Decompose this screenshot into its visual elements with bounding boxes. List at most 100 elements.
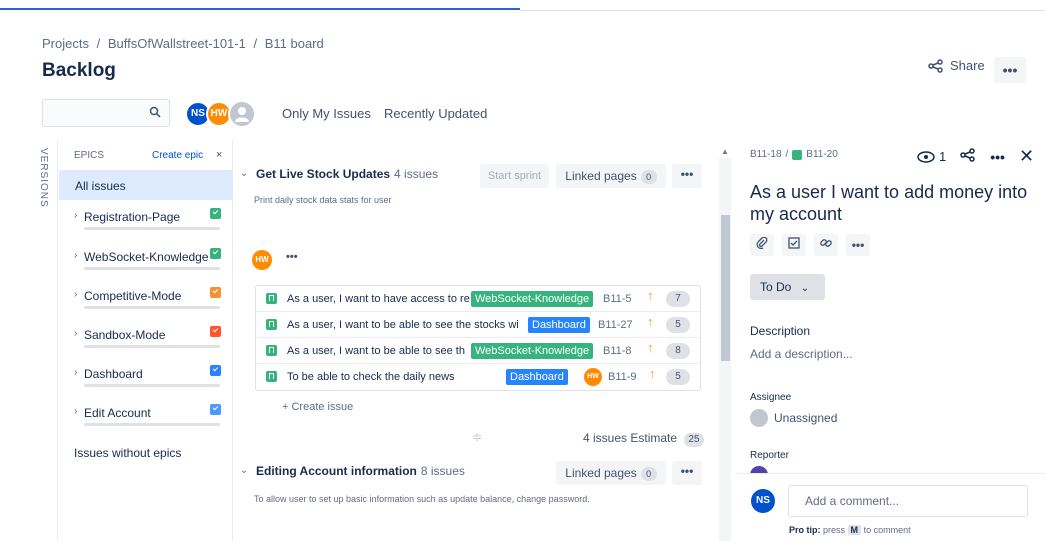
issue-assignee-avatar[interactable]: HW xyxy=(584,368,602,386)
story-icon xyxy=(266,345,277,356)
assignee-label: Assignee xyxy=(750,392,792,403)
chevron-right-icon[interactable]: › xyxy=(74,210,77,221)
issue-list: As a user, I want to have access to re W… xyxy=(255,285,701,391)
epic-dropdown-icon[interactable] xyxy=(210,287,221,298)
epic-dropdown-icon[interactable] xyxy=(210,365,221,376)
epics-panel: EPICS Create epic × All issues › Registr… xyxy=(57,140,233,541)
assignee-avatar[interactable]: HW xyxy=(252,250,272,270)
sprint-name: Editing Account information 8 issues xyxy=(256,464,465,478)
epic-progress-bar xyxy=(84,306,220,309)
comment-avatar: NS xyxy=(751,489,775,513)
more-actions-button[interactable]: ••• xyxy=(994,57,1026,83)
drag-handle-icon[interactable]: ≑ xyxy=(472,430,482,444)
assignee-more-button[interactable]: ••• xyxy=(286,251,298,263)
epic-item-edit-account[interactable]: › Edit Account xyxy=(74,404,224,436)
issue-row[interactable]: As a user, I want to be able to see th W… xyxy=(256,338,700,364)
priority-high-icon: ↑ xyxy=(649,366,656,381)
status-dropdown[interactable]: To Do ⌄ xyxy=(750,274,825,300)
epic-item-dashboard[interactable]: › Dashboard xyxy=(74,365,224,397)
issues-without-epics-item[interactable]: Issues without epics xyxy=(74,446,181,460)
epic-item-websocket-knowledge[interactable]: › WebSocket-Knowledge xyxy=(74,248,224,280)
search-icon xyxy=(149,106,161,121)
top-link-decoration xyxy=(0,0,520,10)
issue-key[interactable]: B11-20 xyxy=(806,149,838,160)
issue-row[interactable]: As a user, I want to have access to re W… xyxy=(256,286,700,312)
description-label: Description xyxy=(750,324,811,338)
recently-updated-filter[interactable]: Recently Updated xyxy=(384,106,487,121)
pro-tip-rest: to comment xyxy=(863,525,911,535)
breadcrumb-project[interactable]: BuffsOfWallstreet-101-1 xyxy=(108,36,246,51)
breadcrumb-projects[interactable]: Projects xyxy=(42,36,89,51)
epic-dropdown-icon[interactable] xyxy=(210,404,221,415)
attachment-icon[interactable] xyxy=(750,234,774,256)
search-input[interactable] xyxy=(42,99,170,127)
issue-summary: To be able to check the daily news xyxy=(287,371,455,383)
chevron-down-icon: ⌄ xyxy=(800,283,810,294)
issue-key[interactable]: B11-9 xyxy=(608,371,637,383)
estimate-badge: 5 xyxy=(666,369,690,385)
description-field[interactable]: Add a description... xyxy=(750,347,853,361)
breadcrumb-board[interactable]: B11 board xyxy=(265,36,324,51)
sprint-more-button[interactable]: ••• xyxy=(672,461,702,485)
scrollbar-thumb[interactable] xyxy=(721,215,730,361)
issue-row[interactable]: To be able to check the daily news Dashb… xyxy=(256,364,700,390)
avatar-unassigned[interactable] xyxy=(228,100,256,128)
epic-name: Registration-Page xyxy=(84,210,181,224)
linked-pages-count: 0 xyxy=(640,170,657,184)
epic-dropdown-icon[interactable] xyxy=(210,248,221,259)
share-icon[interactable] xyxy=(960,148,976,165)
issue-summary: As a user, I want to be able to see the … xyxy=(287,319,519,331)
more-icon[interactable]: ••• xyxy=(990,149,1005,165)
chevron-right-icon[interactable]: › xyxy=(74,328,77,339)
top-strip xyxy=(0,0,1045,12)
create-issue-button[interactable]: + Create issue xyxy=(282,401,353,413)
linked-pages-button[interactable]: Linked pages 0 xyxy=(556,461,666,485)
issue-key[interactable]: B11-8 xyxy=(603,345,632,357)
epic-name: WebSocket-Knowledge xyxy=(84,250,209,264)
only-my-issues-filter[interactable]: Only My Issues xyxy=(282,106,371,121)
watch-button[interactable]: 1 xyxy=(917,149,946,164)
breadcrumb-separator: / xyxy=(96,36,101,51)
issue-key[interactable]: B11-5 xyxy=(603,293,632,305)
share-button[interactable]: Share xyxy=(928,58,985,73)
versions-tab-label: VERSIONS xyxy=(38,148,49,208)
epic-item-competitive-mode[interactable]: › Competitive-Mode xyxy=(74,287,224,319)
all-issues-item[interactable]: All issues xyxy=(59,170,233,200)
chevron-down-icon[interactable]: ⌄ xyxy=(240,465,248,476)
chevron-right-icon[interactable]: › xyxy=(74,250,77,261)
start-sprint-button[interactable]: Start sprint xyxy=(480,164,549,188)
epic-item-registration-page[interactable]: › Registration-Page xyxy=(74,208,224,240)
link-icon[interactable] xyxy=(814,234,838,256)
detail-breadcrumb: B11-18 / B11-20 xyxy=(750,149,838,160)
issue-title[interactable]: As a user I want to add money into my ac… xyxy=(750,181,1040,225)
epic-name: Competitive-Mode xyxy=(84,289,182,303)
more-icon[interactable]: ••• xyxy=(846,234,870,256)
epic-item-sandbox-mode[interactable]: › Sandbox-Mode xyxy=(74,326,224,358)
chevron-down-icon[interactable]: ⌄ xyxy=(240,168,248,179)
create-epic-link[interactable]: Create epic xyxy=(152,150,203,161)
issue-key[interactable]: B11-27 xyxy=(598,319,633,331)
sprint-description: Print daily stock data stats for user xyxy=(254,195,392,205)
subtask-icon[interactable] xyxy=(782,234,806,256)
epic-dropdown-icon[interactable] xyxy=(210,326,221,337)
footer-estimate-value: 25 xyxy=(684,433,704,447)
sprint-more-button[interactable]: ••• xyxy=(672,164,702,188)
issue-row[interactable]: As a user, I want to be able to see the … xyxy=(256,312,700,338)
epic-lozenge: WebSocket-Knowledge xyxy=(471,343,594,359)
scroll-up-arrow[interactable]: ▲ xyxy=(721,147,729,156)
epic-dropdown-icon[interactable] xyxy=(210,208,221,219)
watch-count: 1 xyxy=(939,149,947,164)
assignee-field[interactable]: Unassigned xyxy=(750,409,837,427)
linked-pages-button[interactable]: Linked pages 0 xyxy=(556,164,666,188)
story-icon xyxy=(266,371,277,382)
close-icon[interactable]: × xyxy=(216,149,222,161)
chevron-right-icon[interactable]: › xyxy=(74,406,77,417)
comment-input[interactable]: Add a comment... xyxy=(788,485,1028,517)
chevron-right-icon[interactable]: › xyxy=(74,289,77,300)
close-icon[interactable]: ✕ xyxy=(1019,146,1034,167)
parent-issue-key[interactable]: B11-18 xyxy=(750,149,782,160)
detail-actions: 1 ••• ✕ xyxy=(917,146,1034,167)
detail-toolbar: ••• xyxy=(750,234,870,256)
chevron-right-icon[interactable]: › xyxy=(74,367,77,378)
versions-tab[interactable]: VERSIONS xyxy=(38,148,56,208)
